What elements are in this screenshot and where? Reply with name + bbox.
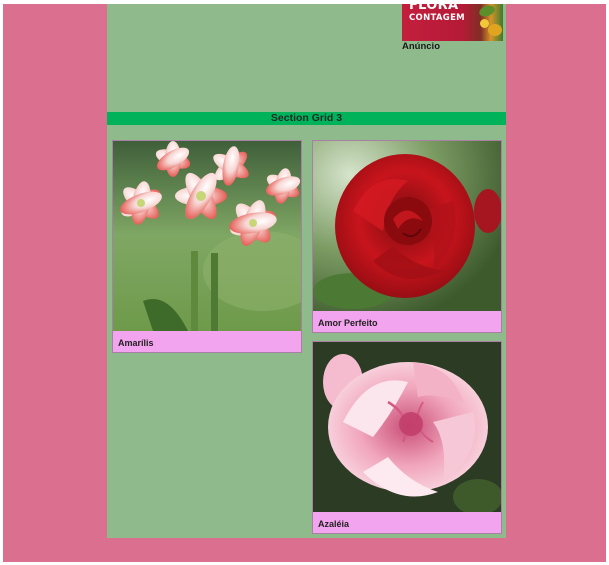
flower-caption: Amarílis — [118, 338, 154, 348]
ad-flower-decoration — [480, 19, 489, 28]
amaryllis-flower-image[interactable] — [113, 141, 301, 331]
red-rose-image[interactable] — [313, 141, 501, 311]
ad-flower-decoration — [488, 24, 502, 36]
main-content: FLORA CONTAGEM Anúncio Section Grid 3 Am… — [107, 4, 506, 538]
flower-card-amor-perfeito[interactable]: Amor Perfeito — [312, 140, 502, 333]
ad-leaf-decoration — [477, 4, 497, 19]
flower-card-azaleia[interactable]: Azaléia — [312, 341, 502, 534]
page-background: FLORA CONTAGEM Anúncio Section Grid 3 Am… — [3, 4, 606, 562]
ad-brand-line2: CONTAGEM — [409, 13, 465, 23]
section-title: Section Grid 3 — [107, 112, 506, 125]
flower-card-amarilis[interactable]: Amarílis — [112, 140, 302, 353]
ad-banner[interactable]: FLORA CONTAGEM — [402, 4, 503, 41]
flower-caption: Amor Perfeito — [318, 318, 378, 328]
flower-caption: Azaléia — [318, 519, 350, 529]
pink-azalea-image[interactable] — [313, 342, 501, 512]
ad-brand-line1: FLORA — [409, 4, 459, 13]
ad-label: Anúncio — [402, 41, 440, 52]
